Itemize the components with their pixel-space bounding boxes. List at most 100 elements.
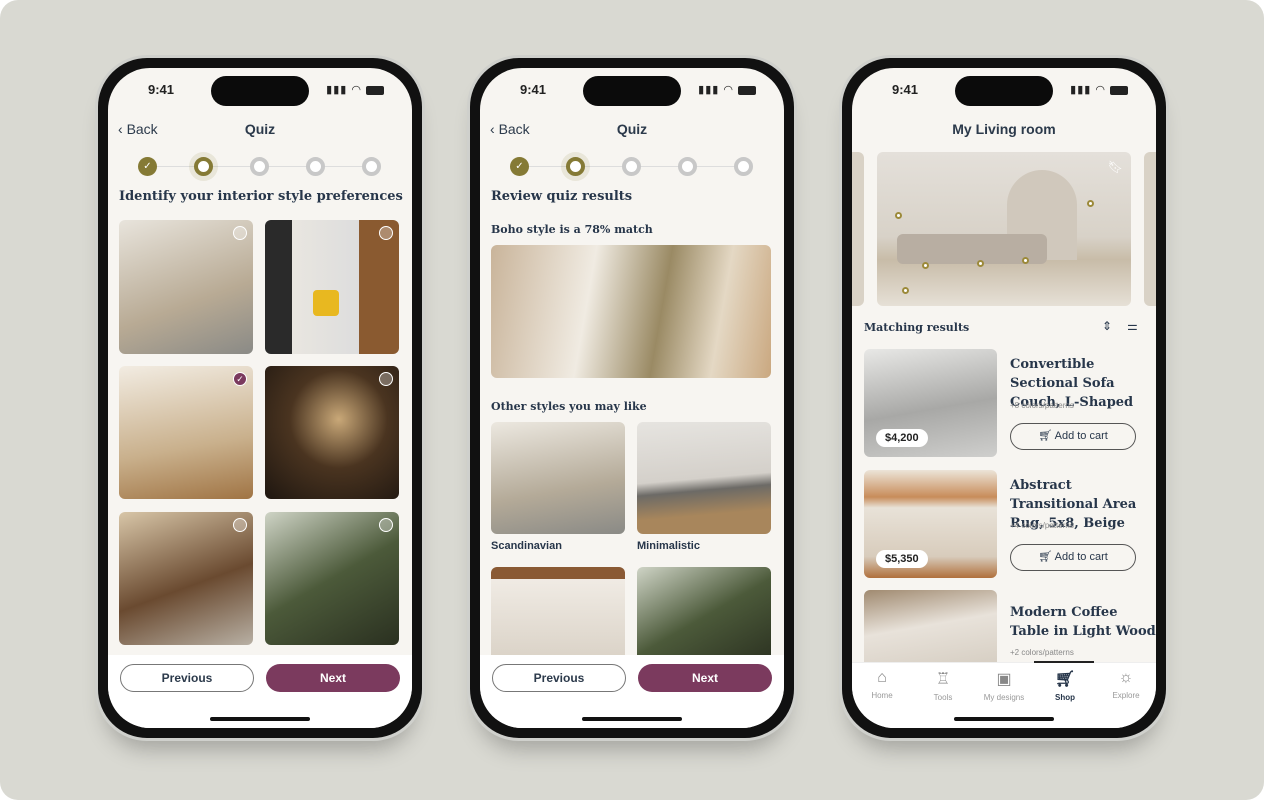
home-indicator bbox=[954, 717, 1054, 721]
tab-label: My designs bbox=[983, 693, 1025, 702]
dynamic-island bbox=[211, 76, 309, 106]
status-icons: ▮▮▮ ◠ bbox=[698, 83, 756, 96]
results-heading: Review quiz results bbox=[491, 189, 633, 204]
next-button[interactable]: Next bbox=[638, 664, 772, 692]
tab-tools[interactable]: ♖ Tools bbox=[913, 669, 973, 702]
style-card-scandinavian[interactable] bbox=[491, 422, 625, 534]
dynamic-island bbox=[583, 76, 681, 106]
style-label-minimalistic: Minimalistic bbox=[637, 540, 700, 552]
tab-shop[interactable]: 🛒︎ Shop bbox=[1035, 669, 1095, 702]
hotspot-pin[interactable] bbox=[1022, 257, 1029, 264]
add-to-cart-label: Add to cart bbox=[1054, 430, 1108, 442]
product-image-rug[interactable]: $5,350 bbox=[864, 470, 997, 578]
room-image[interactable]: 🔖︎ bbox=[877, 152, 1131, 306]
step-5 bbox=[734, 157, 753, 176]
step-3 bbox=[622, 157, 641, 176]
tab-explore[interactable]: ☼ Explore bbox=[1096, 669, 1156, 700]
previous-button[interactable]: Previous bbox=[492, 664, 626, 692]
hotspot-pin[interactable] bbox=[902, 287, 909, 294]
bookmark-icon[interactable]: 🔖︎ bbox=[1108, 160, 1123, 174]
style-option-1[interactable] bbox=[119, 220, 253, 354]
style-card-minimalistic[interactable] bbox=[637, 422, 771, 534]
hotspot-pin[interactable] bbox=[895, 212, 902, 219]
signal-icon: ▮▮▮ bbox=[1070, 84, 1092, 96]
select-radio[interactable] bbox=[233, 226, 247, 240]
product-variants: +2 colors/patterns bbox=[1010, 648, 1074, 657]
product-variants: +4 colors/patterns bbox=[1010, 521, 1074, 530]
step-4 bbox=[678, 157, 697, 176]
style-option-5[interactable] bbox=[119, 512, 253, 645]
cart-icon: 🛒︎ bbox=[1054, 671, 1076, 688]
battery-icon bbox=[366, 85, 384, 95]
tab-label: Home bbox=[871, 691, 893, 700]
other-styles-label: Other styles you may like bbox=[491, 400, 647, 413]
step-1-done: ✓ bbox=[138, 157, 157, 176]
hotspot-pin[interactable] bbox=[1087, 200, 1094, 207]
home-indicator bbox=[582, 717, 682, 721]
brush-icon: ♖ bbox=[935, 671, 951, 688]
product-image-table[interactable] bbox=[864, 590, 997, 670]
wifi-icon: ◠ bbox=[351, 84, 362, 96]
select-radio[interactable] bbox=[379, 226, 393, 240]
boho-style-image[interactable] bbox=[491, 245, 771, 378]
hotspot-pin[interactable] bbox=[922, 262, 929, 269]
tab-label: Shop bbox=[1055, 693, 1075, 702]
style-option-3[interactable]: ✓ bbox=[119, 366, 253, 499]
screen: 9:41 ▮▮▮ ◠ ‹ Back Quiz ✓ Identify your i… bbox=[108, 68, 412, 728]
select-radio[interactable] bbox=[379, 518, 393, 532]
add-to-cart-button[interactable]: 🛒︎ Add to cart bbox=[1010, 544, 1136, 571]
style-card-4[interactable] bbox=[637, 567, 771, 667]
previous-button[interactable]: Previous bbox=[120, 664, 254, 692]
product-image-sofa[interactable]: $4,200 bbox=[864, 349, 997, 457]
status-time: 9:41 bbox=[520, 82, 547, 97]
status-time: 9:41 bbox=[148, 82, 175, 97]
style-option-4[interactable] bbox=[265, 366, 399, 499]
tab-home[interactable]: ⌂ Home bbox=[852, 669, 912, 700]
step-2-current bbox=[194, 157, 213, 176]
next-button[interactable]: Next bbox=[266, 664, 400, 692]
product-title[interactable]: Modern Coffee Table in Light Wood bbox=[1010, 603, 1156, 641]
phone-shop: 9:41 ▮▮▮ ◠ My Living room 🔖︎ Matching re… bbox=[839, 55, 1169, 741]
cart-icon: 🛒︎ bbox=[1038, 430, 1055, 442]
dynamic-island bbox=[955, 76, 1053, 106]
screen: 9:41 ▮▮▮ ◠ My Living room 🔖︎ Matching re… bbox=[852, 68, 1156, 728]
battery-icon bbox=[738, 85, 756, 95]
home-icon: ⌂ bbox=[877, 669, 887, 686]
match-label: Boho style is a 78% match bbox=[491, 223, 653, 236]
page-title: My Living room bbox=[952, 121, 1056, 137]
step-3 bbox=[250, 157, 269, 176]
tab-label: Tools bbox=[933, 693, 953, 702]
style-card-3[interactable] bbox=[491, 567, 625, 667]
page-title: Quiz bbox=[244, 121, 276, 137]
select-radio-checked[interactable]: ✓ bbox=[233, 372, 247, 386]
cart-icon: 🛒︎ bbox=[1038, 551, 1055, 563]
wifi-icon: ◠ bbox=[723, 84, 734, 96]
progress-steps: ✓ bbox=[510, 157, 754, 177]
step-2-current bbox=[566, 157, 585, 176]
tab-my-designs[interactable]: ▣ My designs bbox=[974, 669, 1034, 702]
select-radio[interactable] bbox=[379, 372, 393, 386]
phone-quiz-results: 9:41 ▮▮▮ ◠ ‹ Back Quiz ✓ Review quiz res… bbox=[467, 55, 797, 741]
step-5 bbox=[362, 157, 381, 176]
tab-label: Explore bbox=[1112, 691, 1140, 700]
phone-quiz-preferences: 9:41 ▮▮▮ ◠ ‹ Back Quiz ✓ Identify your i… bbox=[95, 55, 425, 741]
style-option-6[interactable] bbox=[265, 512, 399, 645]
carousel-prev-image[interactable] bbox=[852, 152, 864, 306]
carousel-next-image[interactable] bbox=[1144, 152, 1156, 306]
screen: 9:41 ▮▮▮ ◠ ‹ Back Quiz ✓ Review quiz res… bbox=[480, 68, 784, 728]
progress-steps: ✓ bbox=[138, 157, 382, 177]
image-icon: ▣ bbox=[996, 671, 1012, 688]
sort-icon[interactable]: ⇕ bbox=[1102, 319, 1112, 333]
quiz-heading: Identify your interior style preferences bbox=[119, 189, 403, 204]
add-to-cart-button[interactable]: 🛒︎ Add to cart bbox=[1010, 423, 1136, 450]
step-1-done: ✓ bbox=[510, 157, 529, 176]
select-radio[interactable] bbox=[233, 518, 247, 532]
style-label-scandinavian: Scandinavian bbox=[491, 540, 562, 552]
product-variants: +8 colors/patterns bbox=[1010, 401, 1074, 410]
style-option-2[interactable] bbox=[265, 220, 399, 354]
price-badge: $4,200 bbox=[876, 429, 928, 447]
hotspot-pin[interactable] bbox=[977, 260, 984, 267]
signal-icon: ▮▮▮ bbox=[326, 84, 348, 96]
filter-icon[interactable]: ⚌ bbox=[1127, 319, 1138, 333]
home-indicator bbox=[210, 717, 310, 721]
